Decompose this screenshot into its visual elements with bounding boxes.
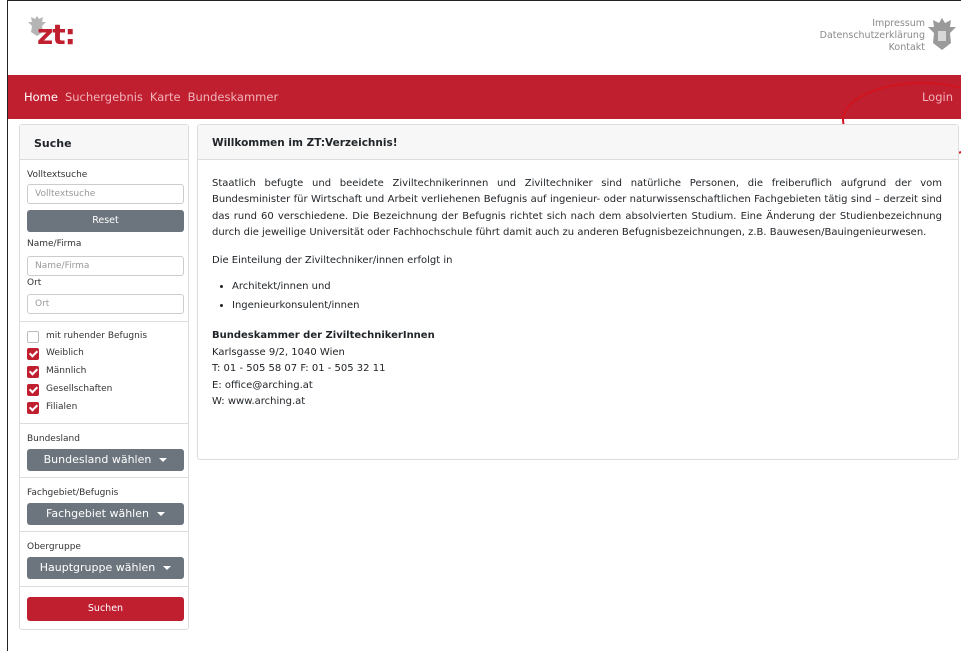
kontakt-link[interactable]: Kontakt [820,42,925,54]
bundesland-dropdown-label: Bundesland wählen [43,453,152,466]
category-list: Architekt/innen und Ingenieurkonsulent/i… [232,279,942,314]
top-links: Impressum Datenschutzerklärung Kontakt [820,18,925,54]
list-item: Architekt/innen und [232,279,942,295]
filialen-checkbox[interactable] [27,402,39,414]
suchen-button[interactable]: Suchen [27,597,184,621]
welcome-body: Staatlich befugte und beeidete Ziviltech… [198,160,958,411]
contact-org: Bundeskammer der ZiviltechnikerInnen [212,330,435,342]
nav-home[interactable]: Home [24,90,58,104]
main-navbar: Home Suchergebnis Karte Bundeskammer Log… [8,75,961,119]
divider [20,531,188,532]
search-sidebar: Suche Volltextsuche Volltextsuche Reset … [19,124,189,630]
gesellschaften-checkbox[interactable] [27,384,39,396]
caret-down-icon [163,566,172,570]
divider [20,477,188,478]
datenschutz-link[interactable]: Datenschutzerklärung [820,30,925,42]
caret-down-icon [159,458,168,462]
caret-down-icon [156,512,165,516]
ruhend-checkbox[interactable] [27,331,39,343]
zt-logo[interactable]: zt: [37,18,76,51]
divider [20,586,188,587]
contact-phone: T: 01 - 505 58 07 F: 01 - 505 32 11 [212,363,386,375]
contact-address: Karlsgasse 9/2, 1040 Wien [212,346,345,358]
welcome-title: Willkommen im ZT:Verzeichnis! [198,125,958,160]
impressum-link[interactable]: Impressum [820,18,925,30]
filialen-label: Filialen [46,402,78,412]
einteilung-text: Die Einteilung der Ziviltechniker/innen … [212,255,453,267]
reset-button[interactable]: Reset [27,210,184,232]
nav-karte[interactable]: Karte [150,90,181,104]
obergruppe-label: Obergruppe [27,542,81,552]
maennlich-checkbox[interactable] [27,366,39,378]
gesellschaften-label: Gesellschaften [46,384,113,394]
contact-block: Bundeskammer der ZiviltechnikerInnen Kar… [212,328,942,411]
fulltext-label: Volltextsuche [27,170,88,180]
fachgebiet-label: Fachgebiet/Befugnis [27,488,119,498]
divider [20,321,188,322]
name-input[interactable]: Name/Firma [27,256,184,276]
sidebar-title: Suche [20,125,188,160]
welcome-card: Willkommen im ZT:Verzeichnis! Staatlich … [197,124,959,460]
contact-email[interactable]: E: office@arching.at [212,378,942,395]
maennlich-label: Männlich [46,366,87,376]
weiblich-label: Weiblich [46,348,84,358]
nav-suchergebnis[interactable]: Suchergebnis [65,90,143,104]
fachgebiet-dropdown-label: Fachgebiet wählen [46,507,149,520]
ruhend-label: mit ruhender Befugnis [46,331,148,341]
obergruppe-dropdown-label: Hauptgruppe wählen [39,561,156,574]
ort-input[interactable]: Ort [27,294,184,314]
contact-web[interactable]: W: www.arching.at [212,394,942,411]
austrian-eagle-icon [928,18,956,50]
fachgebiet-dropdown[interactable]: Fachgebiet wählen [27,503,184,525]
nav-bundeskammer[interactable]: Bundeskammer [188,90,279,104]
intro-text: Staatlich befugte und beeidete Ziviltech… [212,178,942,238]
ort-label: Ort [27,278,42,288]
fulltext-input[interactable]: Volltextsuche [27,184,184,204]
divider [20,423,188,424]
weiblich-checkbox[interactable] [27,348,39,360]
obergruppe-dropdown[interactable]: Hauptgruppe wählen [27,557,184,579]
bundesland-dropdown[interactable]: Bundesland wählen [27,449,184,471]
name-label: Name/Firma [27,239,82,249]
bundesland-label: Bundesland [27,434,80,444]
list-item: Ingenieurkonsulent/innen [232,298,942,314]
